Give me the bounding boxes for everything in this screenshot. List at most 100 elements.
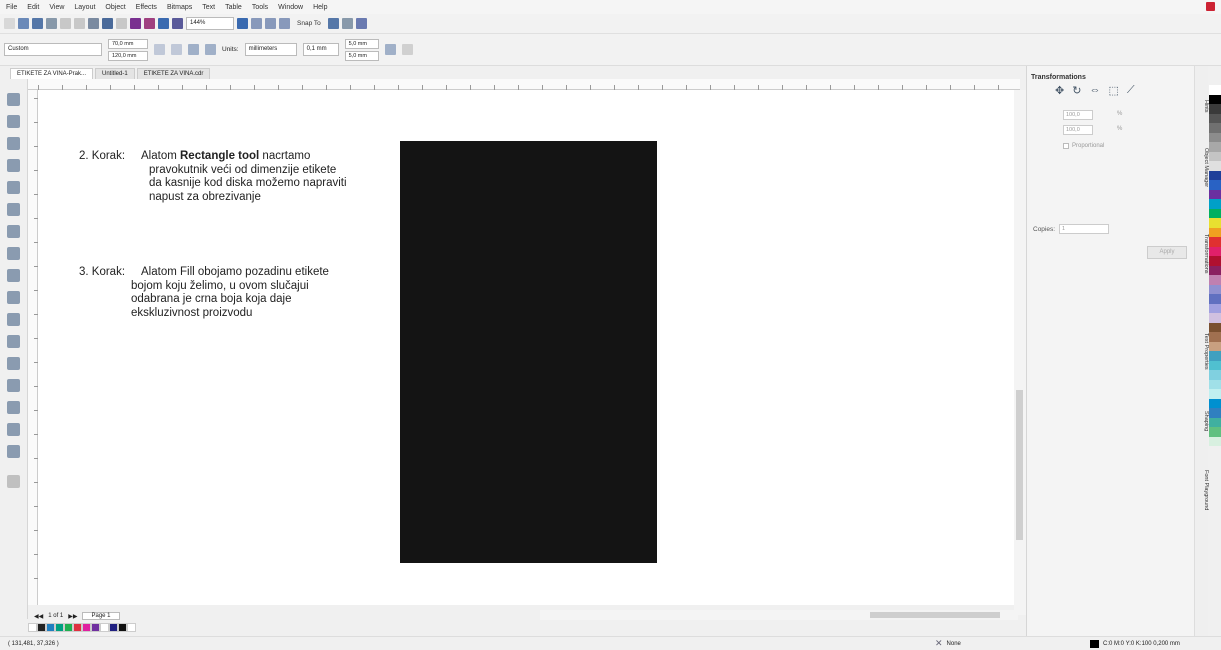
nudge-distance-field[interactable]: 0,1 mm bbox=[302, 43, 339, 56]
tab-document-2[interactable]: Untitled-1 bbox=[95, 68, 135, 79]
polygon-tool-icon[interactable] bbox=[7, 269, 20, 282]
export-icon[interactable] bbox=[144, 18, 155, 29]
skew-icon[interactable]: ⟋ bbox=[1127, 84, 1135, 97]
apply-button[interactable]: Apply bbox=[1147, 246, 1187, 259]
full-screen-icon[interactable] bbox=[237, 18, 248, 29]
portrait-icon[interactable] bbox=[154, 44, 165, 55]
proportional-option[interactable]: Proportional bbox=[1063, 143, 1104, 149]
color-swatch[interactable] bbox=[1209, 218, 1221, 228]
color-swatch[interactable] bbox=[1209, 427, 1221, 437]
vertical-ruler[interactable] bbox=[28, 90, 38, 605]
menu-window[interactable]: Window bbox=[278, 4, 303, 11]
connector-tool-icon[interactable] bbox=[7, 335, 20, 348]
color-swatch[interactable] bbox=[1209, 284, 1221, 294]
menu-help[interactable]: Help bbox=[313, 4, 327, 11]
color-swatch[interactable] bbox=[1209, 313, 1221, 323]
menu-object[interactable]: Object bbox=[105, 4, 125, 11]
color-swatch[interactable] bbox=[1209, 360, 1221, 370]
menu-text[interactable]: Text bbox=[202, 4, 215, 11]
options-icon[interactable] bbox=[341, 18, 353, 29]
document-color-swatch[interactable] bbox=[64, 623, 73, 632]
menu-tools[interactable]: Tools bbox=[252, 4, 268, 11]
outline-indicator[interactable]: C:0 M:0 Y:0 K:100 0,200 mm bbox=[1090, 639, 1180, 648]
paste-icon[interactable] bbox=[88, 18, 99, 29]
fill-indicator[interactable]: ✕ None bbox=[935, 638, 961, 649]
color-swatch[interactable] bbox=[1209, 379, 1221, 389]
open-icon[interactable] bbox=[18, 18, 29, 29]
horizontal-scrollbar[interactable] bbox=[540, 610, 1018, 620]
color-swatch[interactable] bbox=[1209, 142, 1221, 152]
horizontal-ruler[interactable] bbox=[28, 79, 1020, 90]
color-swatch[interactable] bbox=[1209, 199, 1221, 209]
menu-bitmaps[interactable]: Bitmaps bbox=[167, 4, 192, 11]
dock-tab-text-properties[interactable]: Text Properties bbox=[1195, 311, 1209, 391]
page-options-icon[interactable] bbox=[384, 44, 396, 55]
color-swatch[interactable] bbox=[1209, 161, 1221, 171]
position-icon[interactable]: ✥ bbox=[1055, 84, 1064, 97]
smart-fill-tool-icon[interactable] bbox=[7, 203, 20, 216]
menu-table[interactable]: Table bbox=[225, 4, 242, 11]
add-tool-icon[interactable] bbox=[7, 475, 20, 488]
color-swatch[interactable] bbox=[1209, 132, 1221, 142]
copy-icon[interactable] bbox=[74, 18, 85, 29]
color-swatch[interactable] bbox=[1209, 180, 1221, 190]
color-swatch[interactable] bbox=[1209, 256, 1221, 266]
page-nav-last-icon[interactable]: ▶▶ bbox=[68, 613, 77, 620]
duplicate-y-field[interactable]: 5,0 mm bbox=[344, 50, 379, 61]
color-swatch[interactable] bbox=[1209, 237, 1221, 247]
account-icon[interactable] bbox=[1206, 2, 1215, 11]
menu-edit[interactable]: Edit bbox=[27, 4, 39, 11]
export-web-icon[interactable] bbox=[158, 18, 169, 29]
page-tab[interactable]: Page 1 bbox=[82, 612, 120, 620]
crop-tool-icon[interactable] bbox=[7, 137, 20, 150]
document-color-swatch[interactable] bbox=[91, 623, 100, 632]
color-swatch[interactable] bbox=[1209, 408, 1221, 418]
scale-y-field[interactable]: 100,0 bbox=[1063, 125, 1093, 135]
menu-effects[interactable]: Effects bbox=[136, 4, 157, 11]
menu-file[interactable]: File bbox=[6, 4, 17, 11]
color-swatch[interactable] bbox=[1209, 341, 1221, 351]
document-color-swatch[interactable] bbox=[82, 623, 91, 632]
color-swatch[interactable] bbox=[1209, 170, 1221, 180]
save-icon[interactable] bbox=[32, 18, 43, 29]
duplicate-x-field[interactable]: 5,0 mm bbox=[344, 38, 379, 49]
cut-icon[interactable] bbox=[60, 18, 71, 29]
color-swatch[interactable] bbox=[1209, 303, 1221, 313]
color-swatch[interactable] bbox=[1209, 417, 1221, 427]
ellipse-tool-icon[interactable] bbox=[7, 247, 20, 260]
show-rulers-icon[interactable] bbox=[251, 18, 262, 29]
dock-tab-object-manager[interactable]: Object Manager bbox=[1195, 128, 1209, 208]
size-icon[interactable]: ⬚ bbox=[1108, 84, 1118, 97]
document-color-swatch[interactable] bbox=[73, 623, 82, 632]
dock-tab-shaping[interactable]: Shaping bbox=[1195, 396, 1209, 446]
tab-document-1[interactable]: ETIKETE ZA VINA-Prak... bbox=[10, 68, 94, 79]
color-swatch[interactable] bbox=[1209, 436, 1221, 446]
smart-fill-secondary-icon[interactable] bbox=[7, 445, 20, 458]
color-swatch[interactable] bbox=[1209, 398, 1221, 408]
transparency-tool-icon[interactable] bbox=[7, 379, 20, 392]
page-preset-combo[interactable]: Custom bbox=[4, 43, 102, 56]
vertical-scroll-thumb[interactable] bbox=[1016, 390, 1023, 540]
color-swatch[interactable] bbox=[1209, 294, 1221, 304]
menu-view[interactable]: View bbox=[49, 4, 64, 11]
add-page-icon[interactable] bbox=[401, 44, 413, 55]
vertical-scrollbar[interactable] bbox=[1014, 90, 1026, 615]
color-swatch[interactable] bbox=[1209, 123, 1221, 133]
import-icon[interactable] bbox=[130, 18, 141, 29]
current-page-icon[interactable] bbox=[205, 44, 216, 55]
zoom-level-combo[interactable]: 144% bbox=[186, 17, 234, 30]
document-color-swatch[interactable] bbox=[46, 623, 55, 632]
color-swatch[interactable] bbox=[1209, 104, 1221, 114]
text-tool-icon[interactable] bbox=[7, 291, 20, 304]
color-swatch[interactable] bbox=[1209, 332, 1221, 342]
show-grid-icon[interactable] bbox=[265, 18, 276, 29]
redo-icon[interactable] bbox=[116, 18, 127, 29]
color-swatch[interactable] bbox=[1209, 227, 1221, 237]
menu-layout[interactable]: Layout bbox=[74, 4, 95, 11]
new-document-icon[interactable] bbox=[4, 18, 15, 29]
show-guides-icon[interactable] bbox=[279, 18, 290, 29]
pick-tool-icon[interactable] bbox=[7, 93, 20, 106]
units-combo[interactable]: millimeters bbox=[244, 43, 297, 56]
dock-tab-hints[interactable]: Hints bbox=[1195, 86, 1209, 126]
document-color-swatch[interactable] bbox=[100, 623, 109, 632]
